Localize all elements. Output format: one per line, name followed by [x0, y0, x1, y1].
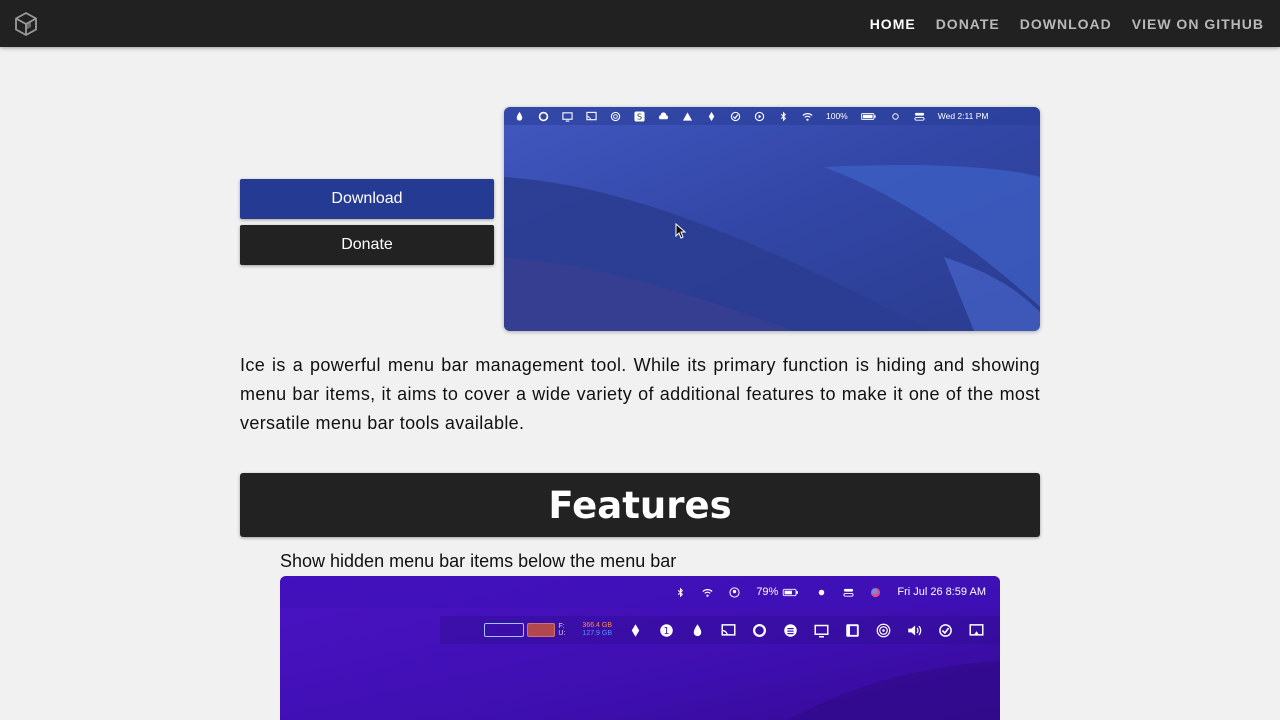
donate-button[interactable]: Donate	[240, 225, 494, 265]
disk-usage: 366.4 GB 127.9 GB	[582, 622, 612, 638]
nav-home[interactable]: HOME	[870, 16, 916, 32]
meter-label-f: F:	[558, 623, 565, 630]
features-header: Features	[240, 473, 1040, 537]
screen-share-icon[interactable]	[969, 623, 984, 638]
screen-mirror-icon[interactable]	[721, 623, 736, 638]
cube-logo-icon[interactable]	[13, 11, 39, 37]
hidden-items-bar: F: U: 366.4 GB 127.9 GB 1	[474, 617, 990, 643]
disk-usage-b: 127.9 GB	[582, 630, 612, 637]
feature-screenshot: 79% Fri Jul 26 8:59 AM F: U: 366.4 GB 12…	[280, 576, 1000, 720]
bluetooth-icon	[780, 111, 787, 121]
siri-icon	[871, 587, 881, 597]
screen-mirror-icon	[586, 111, 597, 120]
wifi-icon	[802, 112, 813, 121]
list-icon[interactable]	[783, 623, 798, 638]
battery-percent: 100%	[826, 111, 848, 121]
control-center-icon	[914, 112, 925, 121]
sidebar-icon[interactable]	[845, 623, 860, 638]
top-nav: HOME DONATE DOWNLOAD VIEW ON GITHUB	[0, 0, 1280, 47]
airdrop-icon[interactable]	[876, 623, 891, 638]
openai-icon	[610, 111, 621, 121]
battery-percent-2: 79%	[756, 586, 779, 598]
drop-icon	[516, 111, 523, 121]
download-button[interactable]: Download	[240, 179, 494, 219]
meter-label	[480, 627, 481, 634]
intro-paragraph: Ice is a powerful menu bar management to…	[240, 355, 1040, 433]
nav-download[interactable]: DOWNLOAD	[1020, 16, 1112, 32]
triangle-icon	[682, 111, 693, 121]
circle-icon	[538, 111, 549, 121]
one-password-icon[interactable]: 1	[659, 623, 674, 638]
meter-label-u: U:	[558, 630, 566, 637]
battery-icon	[860, 112, 876, 120]
rocket-icon	[708, 111, 715, 121]
memory-graph	[527, 623, 556, 637]
nav-view-on-github[interactable]: VIEW ON GITHUB	[1132, 16, 1264, 32]
cpu-meter: F: U: 366.4 GB 127.9 GB	[480, 622, 612, 638]
volume-icon[interactable]	[907, 623, 922, 638]
svg-text:S: S	[637, 111, 642, 121]
control-center-icon	[843, 588, 854, 597]
cpu-graph	[484, 623, 525, 637]
display-icon	[562, 111, 573, 122]
dot-icon	[819, 589, 825, 595]
drop-icon[interactable]	[690, 623, 705, 638]
disk-usage-a: 366.4 GB	[582, 622, 612, 629]
mac-menu-bar-2: 79% Fri Jul 26 8:59 AM	[675, 583, 986, 601]
nav-donate[interactable]: DONATE	[936, 16, 1000, 32]
mouse-cursor-icon	[675, 223, 687, 239]
meter-labels: F: U:	[558, 623, 565, 637]
check-circle-icon[interactable]	[938, 623, 953, 638]
bluetooth-icon	[678, 587, 684, 597]
display-icon[interactable]	[814, 623, 829, 638]
circle-icon[interactable]	[752, 623, 767, 638]
nav-links: HOME DONATE DOWNLOAD VIEW ON GITHUB	[870, 0, 1264, 47]
play-circle-icon	[754, 111, 765, 121]
ice-circle-icon	[892, 112, 899, 120]
cloud-icon	[658, 111, 669, 119]
desktop-wallpaper	[504, 107, 1040, 331]
check-circle-icon	[730, 111, 741, 121]
feature-caption: Show hidden menu bar items below the men…	[280, 551, 677, 571]
user-circle-icon	[729, 586, 740, 598]
svg-text:1: 1	[664, 626, 670, 637]
menu-bar-clock: Wed 2:11 PM	[937, 111, 989, 121]
features-title: Features	[548, 483, 732, 527]
s-badge-icon: S	[634, 110, 645, 121]
mac-menu-bar: S 100% Wed 2:11 PM	[504, 107, 1040, 125]
menu-bar-clock-2: Fri Jul 26 8:59 AM	[897, 586, 986, 598]
wifi-icon	[702, 588, 713, 597]
rocket-icon[interactable]	[628, 623, 643, 638]
battery-icon	[783, 588, 799, 596]
hero-screenshot: S 100% Wed 2:11 PM	[504, 107, 1040, 331]
